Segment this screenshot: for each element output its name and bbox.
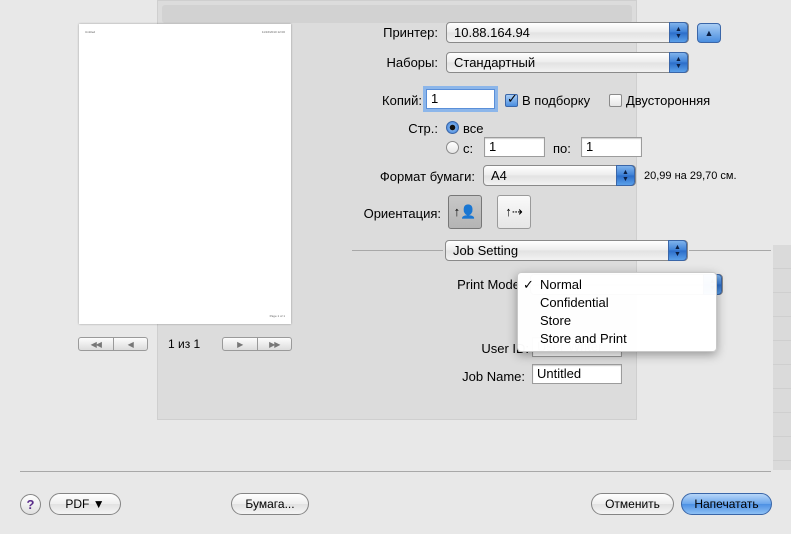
help-button[interactable]: ?	[20, 494, 41, 515]
paper-dimensions: 20,99 на 29,70 см.	[644, 170, 737, 182]
footer-divider	[20, 471, 771, 472]
duplex-checkbox[interactable]	[609, 94, 622, 107]
section-popup[interactable]: Job Setting ▲ ▼	[445, 240, 688, 261]
preview-footer: Page 1 of 1	[269, 314, 285, 318]
landscape-orientation-button[interactable]: ↑⇢	[497, 195, 531, 229]
orientation-label: Ориентация:	[363, 206, 441, 221]
pdf-menu-button[interactable]: PDF ▼	[49, 493, 121, 515]
presets-label: Наборы:	[386, 55, 438, 70]
print-mode-option-store-and-print[interactable]: Store and Print	[518, 330, 716, 348]
print-mode-option-store[interactable]: Store	[518, 312, 716, 330]
print-mode-label: Print Mode	[457, 277, 520, 292]
popup-arrows-icon: ▲▼	[616, 165, 635, 186]
last-page-icon[interactable]: ▶▶	[256, 338, 292, 350]
popup-arrows-icon: ▲▼	[669, 22, 688, 43]
collate-label: В подборку	[522, 93, 591, 108]
preview-forward-segment: ▶ ▶▶	[222, 337, 292, 351]
preview-header-left: Untitled	[85, 30, 96, 34]
printer-value: 10.88.164.94	[454, 25, 530, 40]
preview-header-right: 11/16/2010 12:00	[261, 30, 285, 34]
preview-back-segment: ◀◀ ◀	[78, 337, 148, 351]
paper-setup-button[interactable]: Бумага...	[231, 493, 309, 515]
pages-label: Стр.:	[408, 121, 438, 136]
print-mode-option-confidential[interactable]: Confidential	[518, 294, 716, 312]
paper-size-value: A4	[491, 168, 507, 183]
pages-all-label: все	[463, 121, 484, 136]
copies-input[interactable]: 1	[426, 89, 495, 109]
triangle-up-icon: ▲	[704, 28, 714, 38]
prev-page-icon[interactable]: ◀	[112, 338, 148, 350]
popup-arrows-icon: ▲▼	[668, 240, 687, 261]
popup-arrows-icon: ▲▼	[669, 52, 688, 73]
collapse-details-button[interactable]: ▲	[697, 23, 721, 43]
presets-popup[interactable]: Стандартный ▲ ▼	[446, 52, 689, 73]
landscape-person-icon: ↑⇢	[505, 204, 523, 219]
portrait-orientation-button[interactable]: ↑👤	[448, 195, 482, 229]
collate-checkbox[interactable]	[505, 91, 518, 107]
pages-from-input[interactable]: 1	[484, 137, 545, 157]
pages-to-input[interactable]: 1	[581, 137, 642, 157]
pages-range-radio[interactable]	[446, 141, 459, 154]
cancel-button[interactable]: Отменить	[591, 493, 674, 515]
print-button[interactable]: Напечатать	[681, 493, 772, 515]
checkmark-icon: ✓	[523, 277, 534, 292]
job-name-input[interactable]: Untitled	[532, 364, 622, 384]
copies-label: Копий:	[382, 93, 422, 108]
section-divider-right	[689, 250, 771, 251]
pages-to-label: по:	[553, 141, 571, 156]
next-page-icon[interactable]: ▶	[223, 338, 257, 350]
duplex-label: Двусторонняя	[626, 93, 711, 108]
presets-value: Стандартный	[454, 55, 536, 70]
printer-label: Принтер:	[383, 25, 438, 40]
first-page-icon[interactable]: ◀◀	[79, 338, 113, 350]
pages-range-label: с:	[463, 141, 474, 156]
paper-size-popup[interactable]: A4 ▲ ▼	[483, 165, 636, 186]
printer-popup[interactable]: 10.88.164.94 ▲ ▼	[446, 22, 689, 43]
section-value: Job Setting	[453, 243, 519, 258]
paper-size-label: Формат бумаги:	[379, 169, 475, 184]
print-preview-page: Untitled 11/16/2010 12:00 Page 1 of 1	[79, 24, 291, 324]
page-indicator: 1 из 1	[168, 337, 201, 351]
pages-all-radio[interactable]	[446, 121, 459, 134]
print-mode-option-normal[interactable]: ✓ Normal	[518, 276, 716, 294]
job-name-label: Job Name:	[462, 369, 525, 384]
section-divider-left	[352, 250, 443, 251]
print-mode-menu: ✓ Normal Confidential Store Store and Pr…	[517, 272, 717, 352]
background-list-edge	[773, 245, 791, 470]
portrait-person-icon: ↑👤	[453, 204, 477, 219]
